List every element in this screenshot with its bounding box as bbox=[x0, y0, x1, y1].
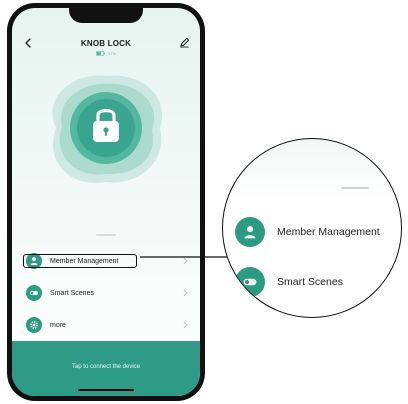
user-icon bbox=[235, 217, 265, 247]
chevron-right-icon bbox=[183, 289, 188, 297]
menu-item-smart-scenes[interactable]: Smart Scenes bbox=[12, 277, 200, 309]
highlight-box bbox=[23, 254, 137, 268]
chevron-right-icon bbox=[183, 257, 188, 265]
battery-percent: 57% bbox=[107, 51, 116, 56]
toggle-icon bbox=[235, 267, 265, 297]
app-screen: KNOB LOCK 57% Member Management Smart Sc… bbox=[12, 8, 200, 396]
menu-item-label: Smart Scenes bbox=[50, 289, 94, 297]
home-indicator bbox=[78, 389, 134, 391]
tutorial-illustration: KNOB LOCK 57% Member Management Smart Sc… bbox=[0, 0, 408, 404]
zoom-item-smart-scenes: Smart Scenes bbox=[235, 267, 343, 297]
toggle-icon bbox=[26, 285, 42, 301]
phone-notch bbox=[69, 8, 143, 23]
battery-icon bbox=[95, 51, 105, 56]
sheet-handle bbox=[341, 187, 369, 189]
menu-item-label: more bbox=[50, 321, 66, 329]
page-title: KNOB LOCK bbox=[80, 39, 132, 48]
battery-status: 57% bbox=[12, 51, 200, 56]
chevron-right-icon bbox=[183, 321, 188, 329]
zoom-callout: Member Management Smart Scenes bbox=[222, 138, 402, 318]
zoom-item-member-management: Member Management bbox=[235, 217, 380, 247]
feature-menu: Member Management Smart Scenes more bbox=[12, 245, 200, 341]
sheet-handle[interactable] bbox=[96, 234, 116, 236]
menu-item-member-management[interactable]: Member Management bbox=[12, 245, 200, 277]
zoom-item-label: Member Management bbox=[277, 226, 380, 238]
pencil-icon[interactable] bbox=[179, 37, 190, 48]
menu-item-more[interactable]: more bbox=[12, 309, 200, 341]
connect-device-button[interactable]: Tap to connect the device bbox=[12, 341, 200, 396]
phone-frame: KNOB LOCK 57% Member Management Smart Sc… bbox=[7, 3, 205, 401]
zoom-item-label: Smart Scenes bbox=[277, 276, 343, 288]
lock-status-graphic[interactable] bbox=[12, 58, 200, 198]
connect-label: Tap to connect the device bbox=[71, 363, 141, 370]
gear-icon bbox=[26, 317, 42, 333]
